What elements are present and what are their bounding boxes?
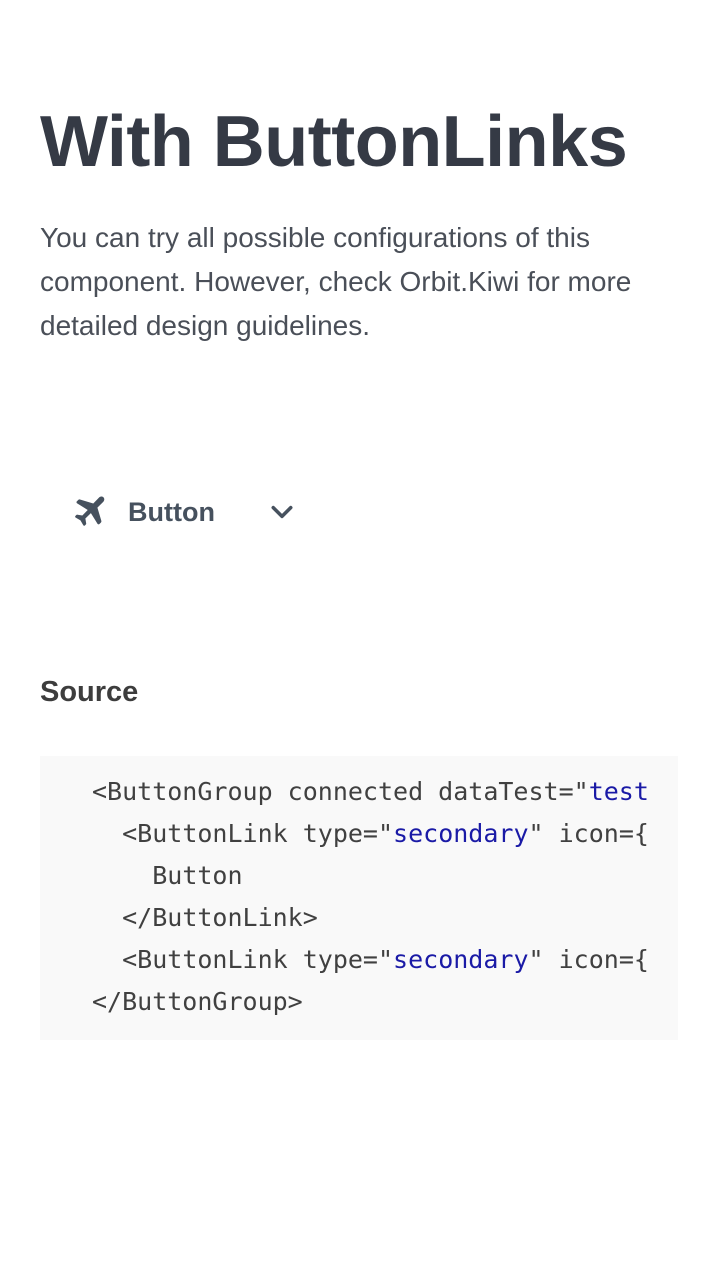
code-line: </ButtonGroup> [92, 987, 303, 1016]
code-line: <ButtonGroup connected dataTest="test [92, 777, 649, 806]
chevron-down-icon [267, 497, 297, 527]
airplane-icon [70, 493, 108, 531]
button-group: Button [54, 484, 313, 540]
code-line: Button [152, 861, 243, 890]
button-link-label: Button [128, 496, 215, 527]
page-description: You can try all possible configurations … [40, 222, 632, 341]
source-heading: Source [40, 676, 139, 708]
code-line: </ButtonLink> [122, 903, 318, 932]
dropdown-button-link[interactable] [241, 484, 313, 540]
code-block: <ButtonGroup connected dataTest="test <B… [40, 756, 678, 1040]
button-link-main[interactable]: Button [54, 484, 241, 540]
code-line: <ButtonLink type="secondary" icon={ [122, 945, 649, 974]
code-source: <ButtonGroup connected dataTest="test <B… [40, 756, 678, 1023]
code-line: <ButtonLink type="secondary" icon={ [122, 819, 649, 848]
page-title: With ButtonLinks [40, 102, 628, 182]
